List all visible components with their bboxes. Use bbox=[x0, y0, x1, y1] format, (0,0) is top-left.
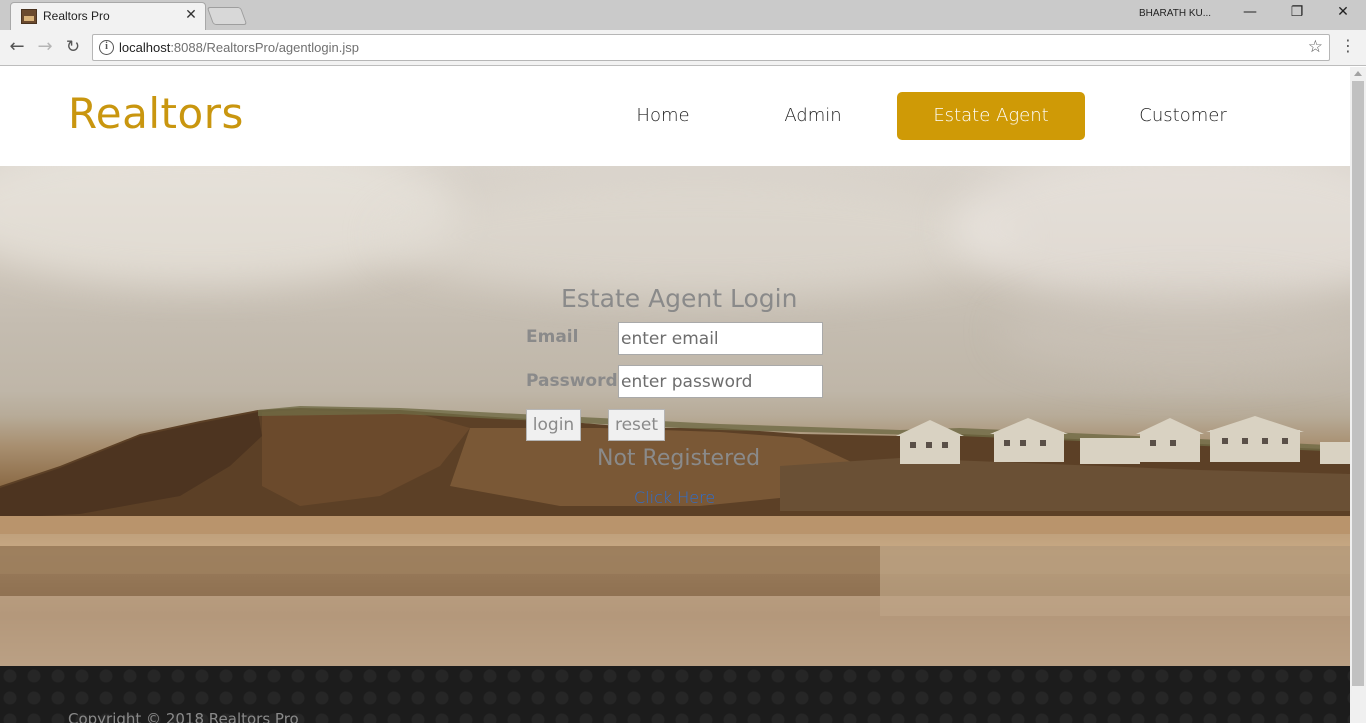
scrollbar-thumb[interactable] bbox=[1352, 81, 1364, 686]
browser-toolbar: ← → ↻ i localhost:8088/RealtorsPro/agent… bbox=[0, 30, 1366, 66]
tab-title: Realtors Pro bbox=[43, 9, 110, 23]
window-close-icon[interactable]: ✕ bbox=[1323, 4, 1363, 24]
forward-arrow-icon[interactable]: → bbox=[34, 37, 56, 59]
scroll-up-icon[interactable] bbox=[1354, 71, 1362, 76]
window-minimize-icon[interactable]: — bbox=[1230, 4, 1270, 24]
register-link[interactable]: Click Here bbox=[634, 488, 715, 507]
email-label: Email bbox=[526, 327, 579, 347]
browser-tabstrip: Realtors Pro ✕ BHARATH KU... — ❐ ✕ bbox=[0, 0, 1366, 30]
login-title: Estate Agent Login bbox=[561, 284, 798, 313]
nav-customer[interactable]: Customer bbox=[1128, 92, 1238, 140]
url-text[interactable]: localhost:8088/RealtorsPro/agentlogin.js… bbox=[119, 40, 359, 55]
new-tab-button[interactable] bbox=[206, 7, 248, 25]
email-field[interactable] bbox=[618, 322, 823, 355]
site-favicon-icon bbox=[21, 9, 37, 24]
site-header: Realtors Home Admin Estate Agent Custome… bbox=[0, 67, 1350, 166]
copyright-text: Copyright © 2018 Realtors Pro bbox=[68, 710, 299, 723]
password-field[interactable] bbox=[618, 365, 823, 398]
login-button[interactable]: login bbox=[526, 409, 581, 441]
page-scrollbar[interactable] bbox=[1350, 67, 1366, 723]
nav-admin[interactable]: Admin bbox=[764, 92, 862, 140]
not-registered-text: Not Registered bbox=[597, 446, 761, 471]
site-info-icon[interactable]: i bbox=[99, 40, 114, 55]
back-arrow-icon[interactable]: ← bbox=[6, 37, 28, 59]
reload-icon[interactable]: ↻ bbox=[62, 37, 84, 59]
window-restore-icon[interactable]: ❐ bbox=[1277, 4, 1317, 24]
landscape-illustration bbox=[0, 406, 1350, 666]
tab-close-icon[interactable]: ✕ bbox=[183, 7, 199, 23]
profile-name[interactable]: BHARATH KU... bbox=[1139, 8, 1211, 19]
page-viewport: Realtors Home Admin Estate Agent Custome… bbox=[0, 67, 1350, 723]
password-label: Password bbox=[526, 371, 618, 391]
site-footer: Copyright © 2018 Realtors Pro bbox=[0, 666, 1350, 723]
hero-background: Estate Agent Login Email Password login … bbox=[0, 166, 1350, 666]
address-bar[interactable]: i localhost:8088/RealtorsPro/agentlogin.… bbox=[92, 34, 1330, 61]
nav-estate-agent[interactable]: Estate Agent bbox=[897, 92, 1085, 140]
bookmark-star-icon[interactable]: ☆ bbox=[1308, 37, 1323, 57]
browser-tab[interactable]: Realtors Pro ✕ bbox=[10, 2, 206, 30]
url-host: localhost bbox=[119, 40, 171, 55]
nav-home[interactable]: Home bbox=[614, 92, 712, 140]
url-path: :8088/RealtorsPro/agentlogin.jsp bbox=[170, 40, 359, 55]
site-logo[interactable]: Realtors bbox=[68, 89, 244, 138]
reset-button[interactable]: reset bbox=[608, 409, 665, 441]
browser-menu-icon[interactable]: ⋮ bbox=[1340, 38, 1356, 54]
